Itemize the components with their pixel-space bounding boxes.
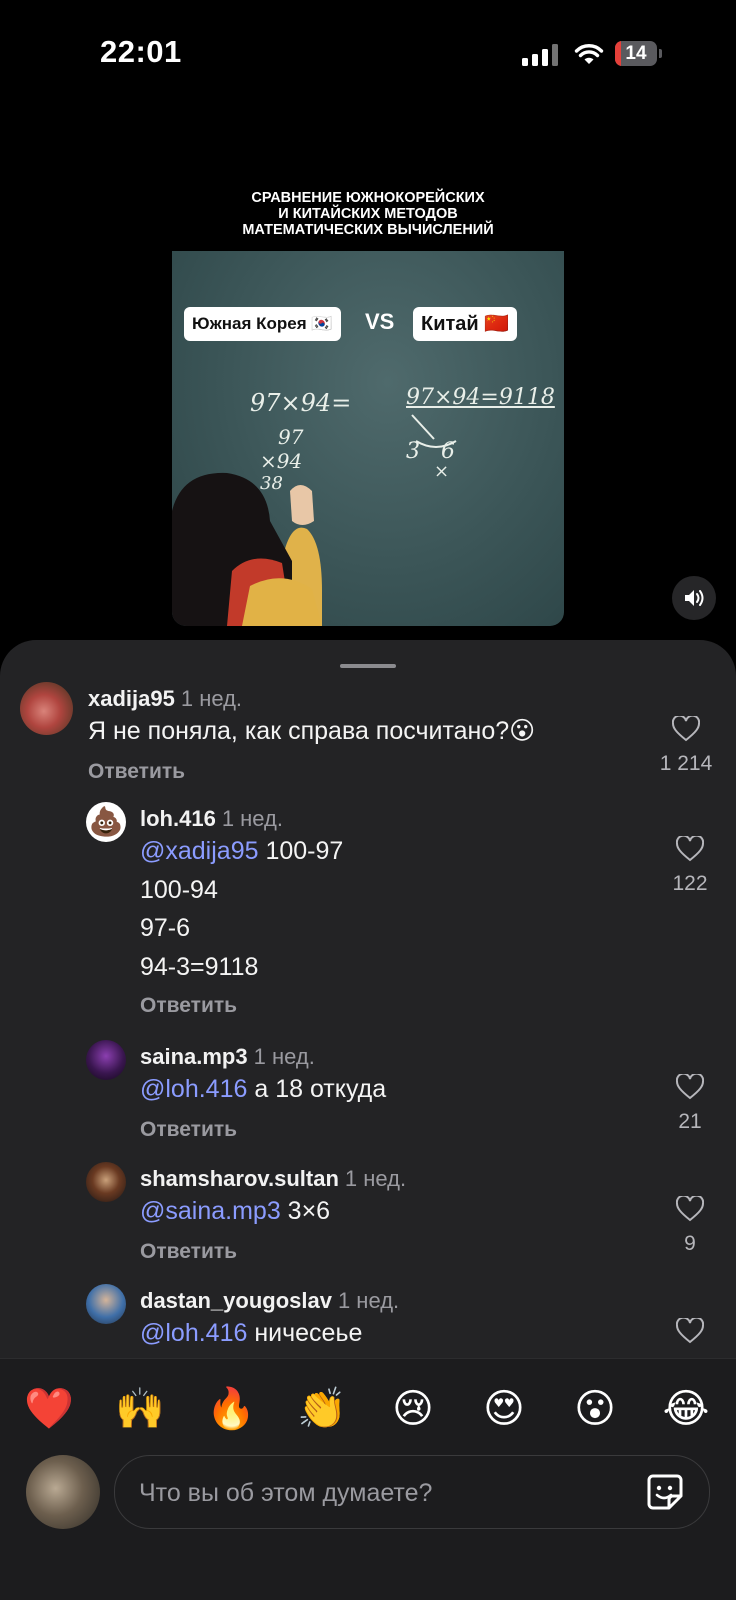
speaker-icon [685, 590, 704, 606]
comment-text: @loh.416 а 18 откуда [140, 1070, 386, 1109]
avatar[interactable] [20, 682, 73, 735]
chalk-left-problem: 97×94= [250, 389, 352, 417]
heart-icon[interactable] [676, 836, 704, 862]
reply-button[interactable]: Ответить [140, 1118, 237, 1142]
comments-list[interactable]: xadija95 1 нед. Я не поняла, как справа п… [0, 640, 736, 1358]
video-caption-line: И КИТАЙСКИХ МЕТОДОВ [278, 206, 458, 222]
reaction-raised-hands[interactable]: 🙌 [110, 1379, 170, 1439]
reaction-laughing[interactable]: 😂 [656, 1379, 716, 1439]
video-caption-line: СРАВНЕНИЕ ЮЖНОКОРЕЙСКИХ [251, 190, 485, 206]
battery-level: 14 [625, 43, 647, 64]
reply-button[interactable]: Ответить [88, 760, 185, 784]
comment-input[interactable] [137, 1470, 611, 1516]
comment-line: 97-6 [140, 914, 191, 942]
mention-link[interactable]: @loh.416 [140, 1075, 247, 1103]
comment-line: а 18 откуда [247, 1075, 387, 1103]
status-bar: 22:01 14 [0, 0, 736, 108]
my-avatar[interactable] [26, 1455, 100, 1529]
status-time: 22:01 [100, 34, 182, 69]
reaction-heart-eyes[interactable]: 😍 [474, 1379, 534, 1439]
avatar[interactable] [86, 1284, 126, 1324]
reaction-fire[interactable]: 🔥 [201, 1379, 261, 1439]
comment-line: Я не поняла, как справа посчитано?😮 [88, 717, 536, 745]
label-china: Китай 🇨🇳 [413, 307, 518, 341]
comment-text: @xadija95 100-97 100-94 97-6 94-3=9118 [140, 832, 343, 986]
mention-link[interactable]: @xadija95 [140, 837, 259, 865]
cellular-signal-icon [522, 44, 560, 66]
like-count: 1 214 [659, 752, 713, 775]
comment-age: 1 нед. [221, 806, 284, 831]
comments-sheet: xadija95 1 нед. Я не поняла, как справа п… [0, 640, 736, 1600]
reaction-heart[interactable]: ❤️ [19, 1379, 79, 1439]
chalk-right-problem: 97×94=9118 [406, 385, 555, 410]
mention-link[interactable]: @saina.mp3 [140, 1197, 281, 1225]
reaction-surprised[interactable]: 😮 [565, 1379, 625, 1439]
comment-text: @loh.416 ничесеье [140, 1314, 362, 1353]
video-caption-line: МАТЕМАТИЧЕСКИХ ВЫЧИСЛЕНИЙ [242, 222, 494, 238]
comment-text: Я не поняла, как справа посчитано?😮 [88, 712, 535, 751]
comment-composer-bar: ❤️ 🙌 🔥 👏 😢 😍 😮 😂 [0, 1358, 736, 1600]
reaction-clap[interactable]: 👏 [292, 1379, 352, 1439]
label-vs: VS [365, 309, 395, 334]
like-block: 21 [660, 1074, 720, 1134]
comment-age: 1 нед. [337, 1288, 400, 1313]
comment-line: 94-3=9118 [140, 952, 259, 981]
comment-username[interactable]: xadija95 [88, 686, 175, 711]
wifi-icon [574, 44, 604, 64]
avatar[interactable] [86, 1162, 126, 1202]
sticker-icon[interactable] [645, 1472, 685, 1512]
comment-line: 3×6 [280, 1197, 331, 1225]
comment-line: ничесеье [247, 1319, 363, 1347]
comment-username[interactable]: dastan_yougoslav [140, 1288, 332, 1313]
comment-input-container[interactable] [114, 1455, 710, 1529]
chalk-right-x: × [434, 461, 450, 482]
heart-icon[interactable] [676, 1196, 704, 1222]
like-count: 21 [678, 1110, 702, 1133]
heart-icon[interactable] [672, 716, 700, 742]
heart-icon[interactable] [676, 1074, 704, 1100]
comment-age: 1 нед. [344, 1166, 407, 1191]
battery-icon: 14 [615, 41, 662, 66]
comment-line: 100-94 [140, 875, 218, 904]
video-caption: СРАВНЕНИЕ ЮЖНОКОРЕЙСКИХ И КИТАЙСКИХ МЕТО… [172, 190, 564, 238]
comment-age: 1 нед. [253, 1044, 315, 1069]
sound-toggle-button[interactable] [672, 576, 716, 620]
video-frame[interactable]: Южная Корея 🇰🇷 VS Китай 🇨🇳 97×94= 97 ×94… [172, 251, 564, 626]
avatar[interactable] [86, 1040, 126, 1080]
mention-link[interactable]: @loh.416 [140, 1319, 247, 1347]
like-block: 1 214 [636, 716, 736, 776]
chalk-left-top: 97 [278, 425, 304, 449]
comment-age: 1 нед. [180, 686, 243, 711]
like-count: 9 [684, 1232, 696, 1255]
reply-button[interactable]: Ответить [140, 1240, 237, 1264]
quick-reactions: ❤️ 🙌 🔥 👏 😢 😍 😮 😂 [0, 1379, 736, 1439]
comment-username[interactable]: loh.416 [140, 806, 216, 831]
reply-button[interactable]: Ответить [140, 994, 237, 1018]
like-block [660, 1318, 720, 1344]
comment-username[interactable]: saina.mp3 [140, 1044, 248, 1069]
like-count: 122 [672, 872, 708, 895]
comment-line: 100-97 [258, 837, 344, 865]
like-block: 122 [660, 836, 720, 896]
reaction-crying[interactable]: 😢 [383, 1379, 443, 1439]
comment-text: @saina.mp3 3×6 [140, 1192, 330, 1231]
heart-icon[interactable] [676, 1318, 704, 1344]
teacher-figure [172, 472, 322, 626]
like-block: 9 [660, 1196, 720, 1256]
label-south-korea: Южная Корея 🇰🇷 [184, 307, 341, 341]
avatar[interactable]: 💩 [86, 802, 126, 842]
comment-username[interactable]: shamsharov.sultan [140, 1166, 339, 1191]
